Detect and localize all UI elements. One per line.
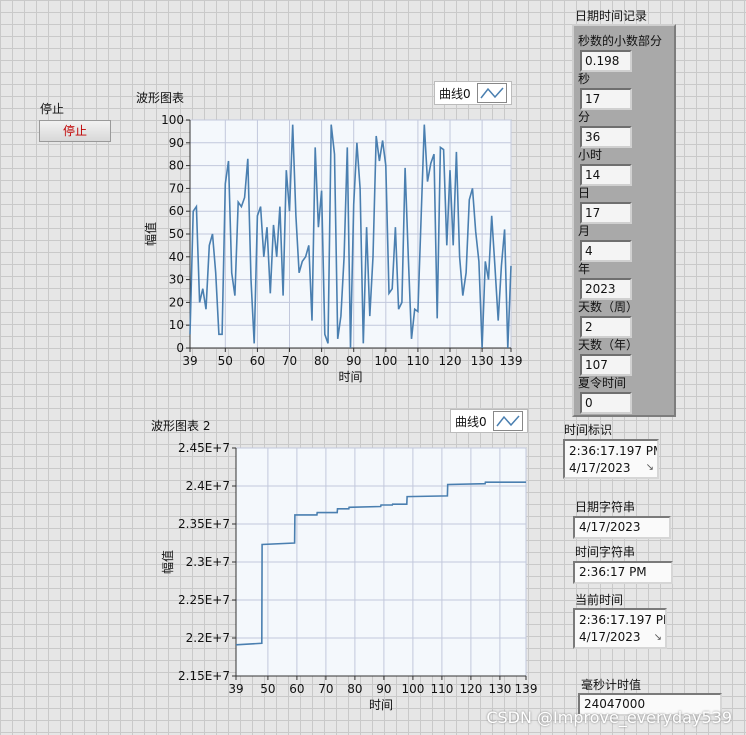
record-value-year[interactable]: 2023: [580, 278, 632, 300]
stop-label: 停止: [40, 102, 65, 116]
x-tick-label: 80: [314, 354, 329, 368]
record-value-dst[interactable]: 0: [580, 392, 632, 414]
x-tick-label: 100: [401, 682, 424, 696]
x-tick-label: 70: [318, 682, 333, 696]
chart2-title: 波形图表 2: [151, 419, 211, 433]
timestamp-field[interactable]: 2:36:17.197 PM 4/17/2023 ↘: [563, 439, 659, 479]
x-tick-label: 120: [459, 682, 482, 696]
time-string-label: 时间字符串: [575, 545, 636, 559]
x-tick-label: 100: [374, 354, 397, 368]
record-label-dst: 夏令时间: [578, 376, 627, 390]
x-tick-label: 130: [471, 354, 494, 368]
date-string-field[interactable]: 4/17/2023: [573, 516, 671, 539]
x-tick-label: 50: [260, 682, 275, 696]
x-tick-label: 139: [515, 682, 538, 696]
chart1-legend-label: 曲线0: [439, 86, 471, 101]
y-tick-label: 30: [169, 273, 184, 287]
stop-button[interactable]: 停止: [39, 120, 111, 142]
x-tick-label: 130: [488, 682, 511, 696]
timestamp-label: 时间标识: [564, 423, 613, 437]
y-tick-label: 2.25E+7: [178, 593, 230, 607]
x-tick-label: 90: [346, 354, 361, 368]
x-tick-label: 120: [439, 354, 462, 368]
datetime-record-cluster: 秒数的小数部分 0.198 秒 17 分 36 小时 14 日 17 月 4 年…: [572, 24, 676, 417]
x-tick-label: 60: [289, 682, 304, 696]
current-time-field[interactable]: 2:36:17.197 PM 4/17/2023 ↘: [573, 608, 667, 649]
plot-line-icon: [476, 83, 507, 103]
record-label-month: 月: [578, 224, 591, 238]
record-value-sec[interactable]: 17: [580, 88, 632, 110]
x-tick-label: 39: [228, 682, 243, 696]
current-time-date: 4/17/2023: [579, 630, 641, 644]
timestamp-time: 2:36:17.197 PM: [569, 444, 659, 458]
current-time-label: 当前时间: [575, 593, 624, 607]
record-value-dow[interactable]: 2: [580, 316, 632, 338]
record-value-min[interactable]: 36: [580, 126, 632, 148]
x-tick-label: 39: [182, 354, 197, 368]
record-label-doy: 天数（年）: [578, 338, 639, 352]
y-tick-label: 50: [169, 227, 184, 241]
y-tick-label: 80: [169, 159, 184, 173]
record-value-day[interactable]: 17: [580, 202, 632, 224]
record-label-hour: 小时: [578, 148, 603, 162]
record-label-min: 分: [578, 110, 591, 124]
resize-corner-icon: ↘: [645, 462, 654, 473]
x-tick-label: 60: [250, 354, 265, 368]
chart2[interactable]: 2.15E+7 2.2E+7 2.25E+7 2.3E+7 2.35E+7 2.4E+7 2…: [150, 436, 542, 722]
chart1[interactable]: 0 10 20 30 40 50 60 70 80 90 100 39 50 60 70 80 90 100 110…: [130, 108, 530, 398]
y-axis-label: 幅值: [160, 550, 175, 574]
x-tick-label: 90: [376, 682, 391, 696]
record-label-year: 年: [578, 262, 591, 276]
record-value-frac[interactable]: 0.198: [580, 50, 632, 72]
y-tick-label: 2.2E+7: [186, 631, 230, 645]
y-tick-label: 90: [169, 136, 184, 150]
y-tick-label: 2.45E+7: [178, 441, 230, 455]
x-tick-label: 110: [430, 682, 453, 696]
record-label-sec: 秒: [578, 72, 591, 86]
y-tick-label: 40: [169, 250, 184, 264]
y-tick-label: 2.3E+7: [186, 555, 230, 569]
y-tick-label: 0: [176, 341, 184, 355]
x-axis-label: 时间: [369, 698, 393, 712]
ms-timer-label: 毫秒计时值: [581, 678, 642, 692]
timestamp-date: 4/17/2023: [569, 461, 631, 475]
record-label-frac: 秒数的小数部分: [578, 34, 663, 48]
y-axis-label: 幅值: [143, 222, 158, 246]
record-value-month[interactable]: 4: [580, 240, 632, 262]
x-tick-label: 80: [347, 682, 362, 696]
y-tick-label: 20: [169, 295, 184, 309]
chart2-legend[interactable]: 曲线0: [450, 409, 528, 433]
x-axis-label: 时间: [338, 370, 362, 384]
x-tick-label: 50: [218, 354, 233, 368]
record-label-dow: 天数（周）: [578, 300, 639, 314]
time-string-field[interactable]: 2:36:17 PM: [573, 561, 673, 584]
chart1-legend[interactable]: 曲线0: [434, 81, 512, 105]
record-label-day: 日: [578, 186, 591, 200]
y-tick-label: 10: [169, 318, 184, 332]
plot-line-icon: [492, 411, 523, 431]
y-tick-label: 70: [169, 181, 184, 195]
date-string-label: 日期字符串: [575, 500, 636, 514]
y-tick-label: 2.4E+7: [186, 479, 230, 493]
record-value-doy[interactable]: 107: [580, 354, 632, 376]
x-tick-label: 70: [282, 354, 297, 368]
chart2-legend-label: 曲线0: [455, 414, 487, 429]
resize-corner-icon: ↘: [653, 632, 662, 643]
record-title: 日期时间记录: [575, 9, 648, 23]
watermark: CSDN @Improve_everyday539: [486, 708, 732, 727]
current-time-time: 2:36:17.197 PM: [579, 613, 667, 627]
y-tick-label: 60: [169, 204, 184, 218]
y-tick-label: 100: [161, 113, 184, 127]
y-tick-label: 2.35E+7: [178, 517, 230, 531]
chart1-title: 波形图表: [136, 91, 185, 105]
x-tick-label: 110: [406, 354, 429, 368]
record-value-hour[interactable]: 14: [580, 164, 632, 186]
y-tick-label: 2.15E+7: [178, 669, 230, 683]
x-tick-label: 139: [500, 354, 523, 368]
